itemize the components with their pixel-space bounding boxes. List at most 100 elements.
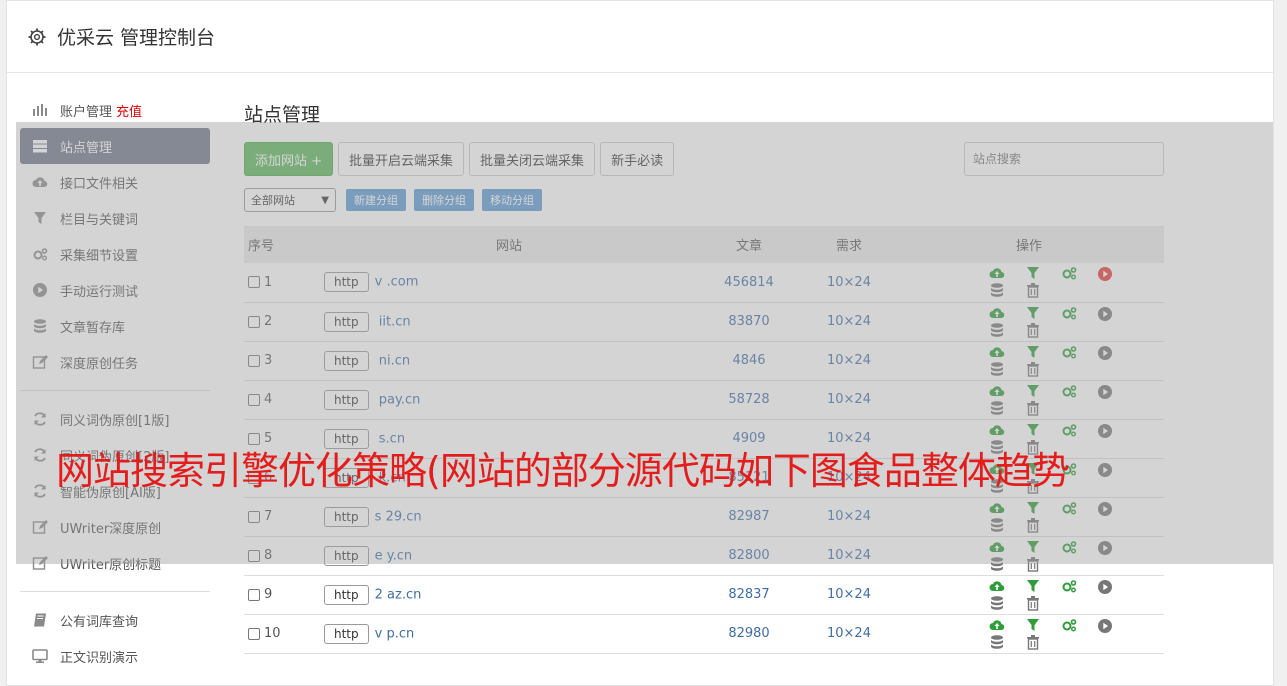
protocol-button[interactable]: http [324, 350, 369, 371]
filter-icon[interactable] [1025, 266, 1041, 282]
protocol-button[interactable]: http [324, 311, 369, 332]
play-icon[interactable] [1097, 462, 1113, 478]
requirement-value[interactable]: 10×24 [804, 302, 894, 341]
sidebar-item[interactable]: 栏目与关键词 [20, 200, 210, 236]
sidebar-item[interactable]: 公有词库查询 [20, 602, 210, 638]
row-checkbox[interactable] [248, 354, 260, 367]
requirement-value[interactable]: 10×24 [804, 341, 894, 380]
site-filter-select[interactable]: 全部网站 ▼ [244, 188, 336, 212]
site-url-link[interactable]: v .com [375, 275, 419, 290]
move-group-button[interactable]: 移动分组 [482, 189, 542, 211]
play-icon[interactable] [1097, 540, 1113, 556]
filter-icon[interactable] [1025, 618, 1041, 634]
database-icon[interactable] [989, 322, 1005, 338]
guide-button[interactable]: 新手必读 [600, 142, 675, 176]
article-count[interactable]: 82800 [694, 536, 804, 575]
play-icon[interactable] [1097, 579, 1113, 595]
article-count[interactable]: 82837 [694, 575, 804, 614]
cloud-upload-icon[interactable] [989, 540, 1005, 556]
filter-icon[interactable] [1025, 579, 1041, 595]
gears-icon[interactable] [1061, 423, 1077, 439]
cloud-upload-icon[interactable] [989, 384, 1005, 400]
gears-icon[interactable] [1061, 501, 1077, 517]
sidebar-item[interactable]: 同义词伪原创[1版] [20, 401, 210, 437]
cloud-upload-icon[interactable] [989, 266, 1005, 282]
trash-icon[interactable] [1025, 517, 1041, 533]
play-icon[interactable] [1097, 345, 1113, 361]
site-url-link[interactable]: s 29.cn [375, 509, 422, 524]
database-icon[interactable] [989, 595, 1005, 611]
cloud-upload-icon[interactable] [989, 618, 1005, 634]
sidebar-item[interactable]: 手动运行测试 [20, 272, 210, 308]
trash-icon[interactable] [1025, 595, 1041, 611]
add-site-button[interactable]: 添加网站 + [244, 142, 334, 176]
database-icon[interactable] [989, 400, 1005, 416]
requirement-value[interactable]: 10×24 [804, 497, 894, 536]
article-count[interactable]: 4846 [694, 341, 804, 380]
trash-icon[interactable] [1025, 400, 1041, 416]
gears-icon[interactable] [1061, 306, 1077, 322]
site-url-link[interactable]: 2 az.cn [375, 587, 422, 602]
cloud-upload-icon[interactable] [989, 345, 1005, 361]
protocol-button[interactable]: http [324, 389, 369, 410]
row-checkbox[interactable] [248, 315, 260, 328]
requirement-value[interactable]: 10×24 [804, 263, 894, 302]
site-url-link[interactable]: pay.cn [375, 392, 421, 407]
new-group-button[interactable]: 新建分组 [346, 189, 406, 211]
protocol-button[interactable]: http [324, 584, 369, 605]
article-count[interactable]: 83870 [694, 302, 804, 341]
filter-icon[interactable] [1025, 423, 1041, 439]
sidebar-item[interactable]: 站点管理 [20, 128, 210, 164]
play-icon[interactable] [1097, 266, 1113, 282]
site-url-link[interactable]: iit.cn [375, 314, 411, 329]
cloud-upload-icon[interactable] [989, 501, 1005, 517]
sidebar-item[interactable]: 采集细节设置 [20, 236, 210, 272]
database-icon[interactable] [989, 361, 1005, 377]
batch-disable-button[interactable]: 批量关闭云端采集 [469, 142, 596, 176]
protocol-button[interactable]: http [324, 506, 369, 527]
gears-icon[interactable] [1061, 540, 1077, 556]
sidebar-item[interactable]: 正文识别演示 [20, 638, 210, 674]
row-checkbox[interactable] [248, 393, 260, 406]
database-icon[interactable] [989, 634, 1005, 650]
cloud-upload-icon[interactable] [989, 306, 1005, 322]
gears-icon[interactable] [1061, 579, 1077, 595]
play-icon[interactable] [1097, 423, 1113, 439]
site-url-link[interactable]: e y.cn [375, 548, 413, 563]
gears-icon[interactable] [1061, 345, 1077, 361]
row-checkbox[interactable] [248, 588, 260, 601]
batch-enable-button[interactable]: 批量开启云端采集 [338, 142, 465, 176]
filter-icon[interactable] [1025, 345, 1041, 361]
requirement-value[interactable]: 10×24 [804, 575, 894, 614]
requirement-value[interactable]: 10×24 [804, 614, 894, 653]
filter-icon[interactable] [1025, 540, 1041, 556]
sidebar-item[interactable]: UWriter深度原创 [20, 509, 210, 545]
row-checkbox[interactable] [248, 510, 260, 523]
play-icon[interactable] [1097, 618, 1113, 634]
trash-icon[interactable] [1025, 282, 1041, 298]
trash-icon[interactable] [1025, 322, 1041, 338]
sidebar-item[interactable]: 接口文件相关 [20, 164, 210, 200]
cloud-upload-icon[interactable] [989, 423, 1005, 439]
row-checkbox[interactable] [248, 627, 260, 640]
protocol-button[interactable]: http [324, 623, 369, 644]
article-count[interactable]: 456814 [694, 263, 804, 302]
requirement-value[interactable]: 10×24 [804, 380, 894, 419]
requirement-value[interactable]: 10×24 [804, 536, 894, 575]
article-count[interactable]: 58728 [694, 380, 804, 419]
gears-icon[interactable] [1061, 384, 1077, 400]
article-count[interactable]: 82980 [694, 614, 804, 653]
filter-icon[interactable] [1025, 306, 1041, 322]
database-icon[interactable] [989, 556, 1005, 572]
sidebar-item[interactable]: 账户管理 充值 [20, 92, 210, 128]
site-search-input[interactable] [964, 142, 1164, 176]
protocol-button[interactable]: http [324, 545, 369, 566]
filter-icon[interactable] [1025, 501, 1041, 517]
sidebar-item[interactable]: 文章暂存库 [20, 308, 210, 344]
gears-icon[interactable] [1061, 266, 1077, 282]
play-icon[interactable] [1097, 384, 1113, 400]
row-checkbox[interactable] [248, 276, 260, 289]
trash-icon[interactable] [1025, 556, 1041, 572]
database-icon[interactable] [989, 517, 1005, 533]
play-icon[interactable] [1097, 306, 1113, 322]
